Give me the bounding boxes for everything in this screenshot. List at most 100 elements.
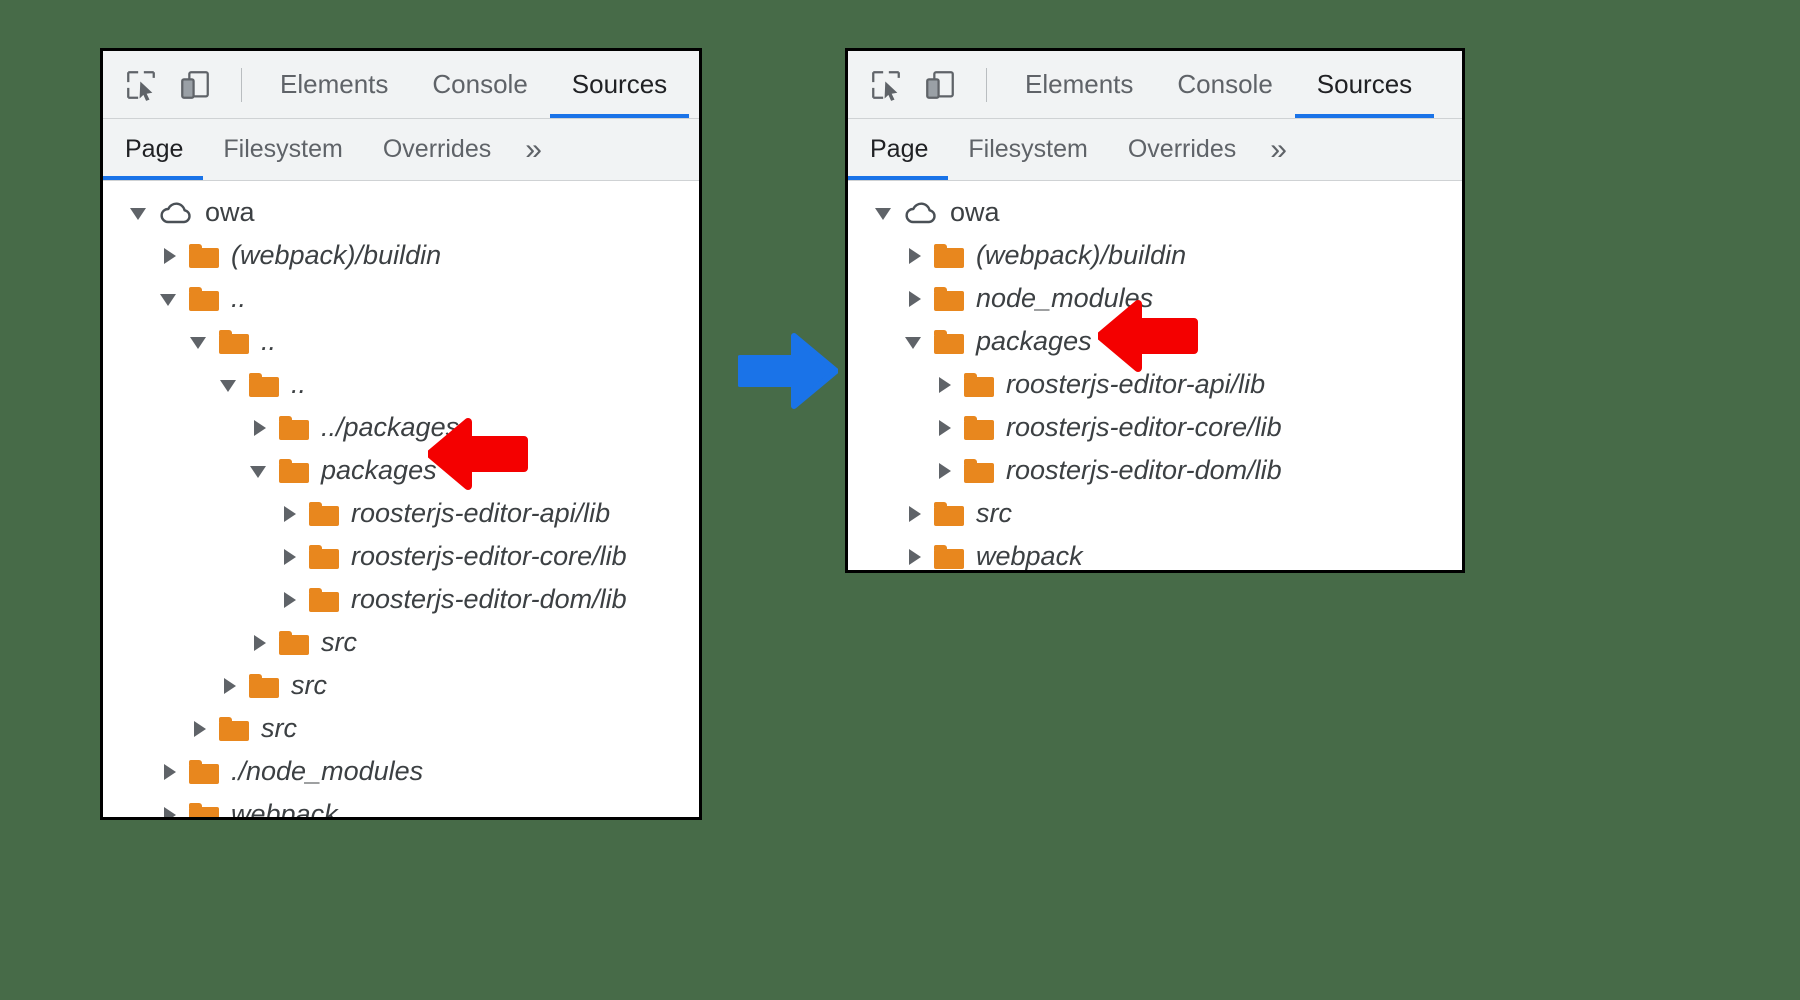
tree-row[interactable]: .. xyxy=(103,320,699,363)
tab-elements[interactable]: Elements xyxy=(258,51,410,118)
tree-row[interactable]: src xyxy=(103,621,699,664)
chevron-right-icon[interactable] xyxy=(249,632,271,654)
tree-row[interactable]: ../packages xyxy=(103,406,699,449)
folder-icon xyxy=(219,330,249,354)
folder-icon xyxy=(964,416,994,440)
tree-row[interactable]: ./node_modules xyxy=(103,750,699,793)
inspect-element-icon[interactable] xyxy=(866,65,906,105)
folder-icon xyxy=(219,717,249,741)
chevron-down-icon[interactable] xyxy=(189,331,211,353)
tree-row[interactable]: webpack xyxy=(103,793,699,820)
chevron-right-icon[interactable] xyxy=(279,589,301,611)
folder-icon xyxy=(934,330,964,354)
subtab-filesystem[interactable]: Filesystem xyxy=(948,119,1107,180)
tree-item-label: .. xyxy=(261,326,276,357)
tree-item-label: packages xyxy=(976,326,1092,357)
tree-row[interactable]: owa xyxy=(848,191,1462,234)
subtab-page[interactable]: Page xyxy=(103,119,203,180)
subtab-overrides[interactable]: Overrides xyxy=(1108,119,1256,180)
tab-console[interactable]: Console xyxy=(1155,51,1294,118)
folder-icon xyxy=(279,416,309,440)
chevron-down-icon[interactable] xyxy=(874,202,896,224)
chevron-down-icon[interactable] xyxy=(129,202,151,224)
tree-row[interactable]: src xyxy=(103,707,699,750)
chevron-down-icon[interactable] xyxy=(159,288,181,310)
folder-icon xyxy=(189,244,219,268)
tree-row[interactable]: packages xyxy=(848,320,1462,363)
chevron-right-icon[interactable] xyxy=(934,460,956,482)
chevron-right-icon[interactable] xyxy=(904,245,926,267)
tree-row[interactable]: (webpack)/buildin xyxy=(848,234,1462,277)
folder-icon xyxy=(279,631,309,655)
tree-row[interactable]: (webpack)/buildin xyxy=(103,234,699,277)
inspect-element-icon[interactable] xyxy=(121,65,161,105)
subtab-filesystem[interactable]: Filesystem xyxy=(203,119,362,180)
chevron-right-icon[interactable] xyxy=(189,718,211,740)
device-toolbar-icon[interactable] xyxy=(175,65,215,105)
tree-item-label: src xyxy=(261,713,297,744)
chevron-down-icon[interactable] xyxy=(904,331,926,353)
tree-item-label: roosterjs-editor-dom/lib xyxy=(1006,455,1282,486)
chevron-right-icon[interactable] xyxy=(159,804,181,821)
tree-row[interactable]: packages xyxy=(103,449,699,492)
screenshot-canvas: Elements Console Sources Page Filesystem… xyxy=(0,0,1800,1000)
toolbar-divider xyxy=(241,68,242,102)
tab-sources[interactable]: Sources xyxy=(550,51,689,118)
chevron-right-icon[interactable] xyxy=(934,417,956,439)
tree-item-label: src xyxy=(976,498,1012,529)
more-subtabs-chevron-icon[interactable]: » xyxy=(511,119,554,180)
tree-item-label: .. xyxy=(231,283,246,314)
tab-sources[interactable]: Sources xyxy=(1295,51,1434,118)
file-tree-after: owa (webpack)/buildin node_modules packages… xyxy=(848,181,1462,573)
subtab-overrides[interactable]: Overrides xyxy=(363,119,511,180)
chevron-right-icon[interactable] xyxy=(904,546,926,568)
tree-row[interactable]: node_modules xyxy=(848,277,1462,320)
chevron-right-icon[interactable] xyxy=(249,417,271,439)
folder-icon xyxy=(189,287,219,311)
folder-icon xyxy=(934,287,964,311)
tree-row[interactable]: roosterjs-editor-api/lib xyxy=(848,363,1462,406)
tab-elements[interactable]: Elements xyxy=(1003,51,1155,118)
tree-item-label: packages xyxy=(321,455,437,486)
folder-icon xyxy=(934,502,964,526)
chevron-right-icon[interactable] xyxy=(279,503,301,525)
cloud-icon xyxy=(159,200,195,226)
folder-icon xyxy=(249,674,279,698)
tree-row[interactable]: roosterjs-editor-dom/lib xyxy=(848,449,1462,492)
cloud-icon xyxy=(904,200,940,226)
toolbar-divider xyxy=(986,68,987,102)
chevron-right-icon[interactable] xyxy=(904,503,926,525)
tree-item-label: owa xyxy=(950,197,1000,228)
chevron-right-icon[interactable] xyxy=(904,288,926,310)
more-subtabs-chevron-icon[interactable]: » xyxy=(1256,119,1299,180)
tab-console[interactable]: Console xyxy=(410,51,549,118)
chevron-down-icon[interactable] xyxy=(219,374,241,396)
chevron-right-icon[interactable] xyxy=(219,675,241,697)
chevron-down-icon[interactable] xyxy=(249,460,271,482)
folder-icon xyxy=(934,545,964,569)
chevron-right-icon[interactable] xyxy=(279,546,301,568)
toolbar-icon-group xyxy=(103,65,258,105)
tree-row[interactable]: src xyxy=(103,664,699,707)
subtab-page[interactable]: Page xyxy=(848,119,948,180)
tree-row[interactable]: webpack xyxy=(848,535,1462,573)
tree-row[interactable]: src xyxy=(848,492,1462,535)
tree-row[interactable]: roosterjs-editor-dom/lib xyxy=(103,578,699,621)
chevron-right-icon[interactable] xyxy=(934,374,956,396)
chevron-right-icon[interactable] xyxy=(159,245,181,267)
blue-transition-arrow xyxy=(738,332,838,410)
tree-row[interactable]: .. xyxy=(103,363,699,406)
tree-row[interactable]: owa xyxy=(103,191,699,234)
chevron-right-icon[interactable] xyxy=(159,761,181,783)
tree-row[interactable]: roosterjs-editor-api/lib xyxy=(103,492,699,535)
devtools-toolbar: Elements Console Sources xyxy=(103,51,699,119)
tree-row[interactable]: roosterjs-editor-core/lib xyxy=(103,535,699,578)
tree-row[interactable]: .. xyxy=(103,277,699,320)
tree-item-label: webpack xyxy=(976,541,1083,572)
tree-item-label: node_modules xyxy=(976,283,1153,314)
folder-icon xyxy=(279,459,309,483)
devtools-panel-before: Elements Console Sources Page Filesystem… xyxy=(100,48,702,820)
tree-row[interactable]: roosterjs-editor-core/lib xyxy=(848,406,1462,449)
device-toolbar-icon[interactable] xyxy=(920,65,960,105)
folder-icon xyxy=(309,545,339,569)
